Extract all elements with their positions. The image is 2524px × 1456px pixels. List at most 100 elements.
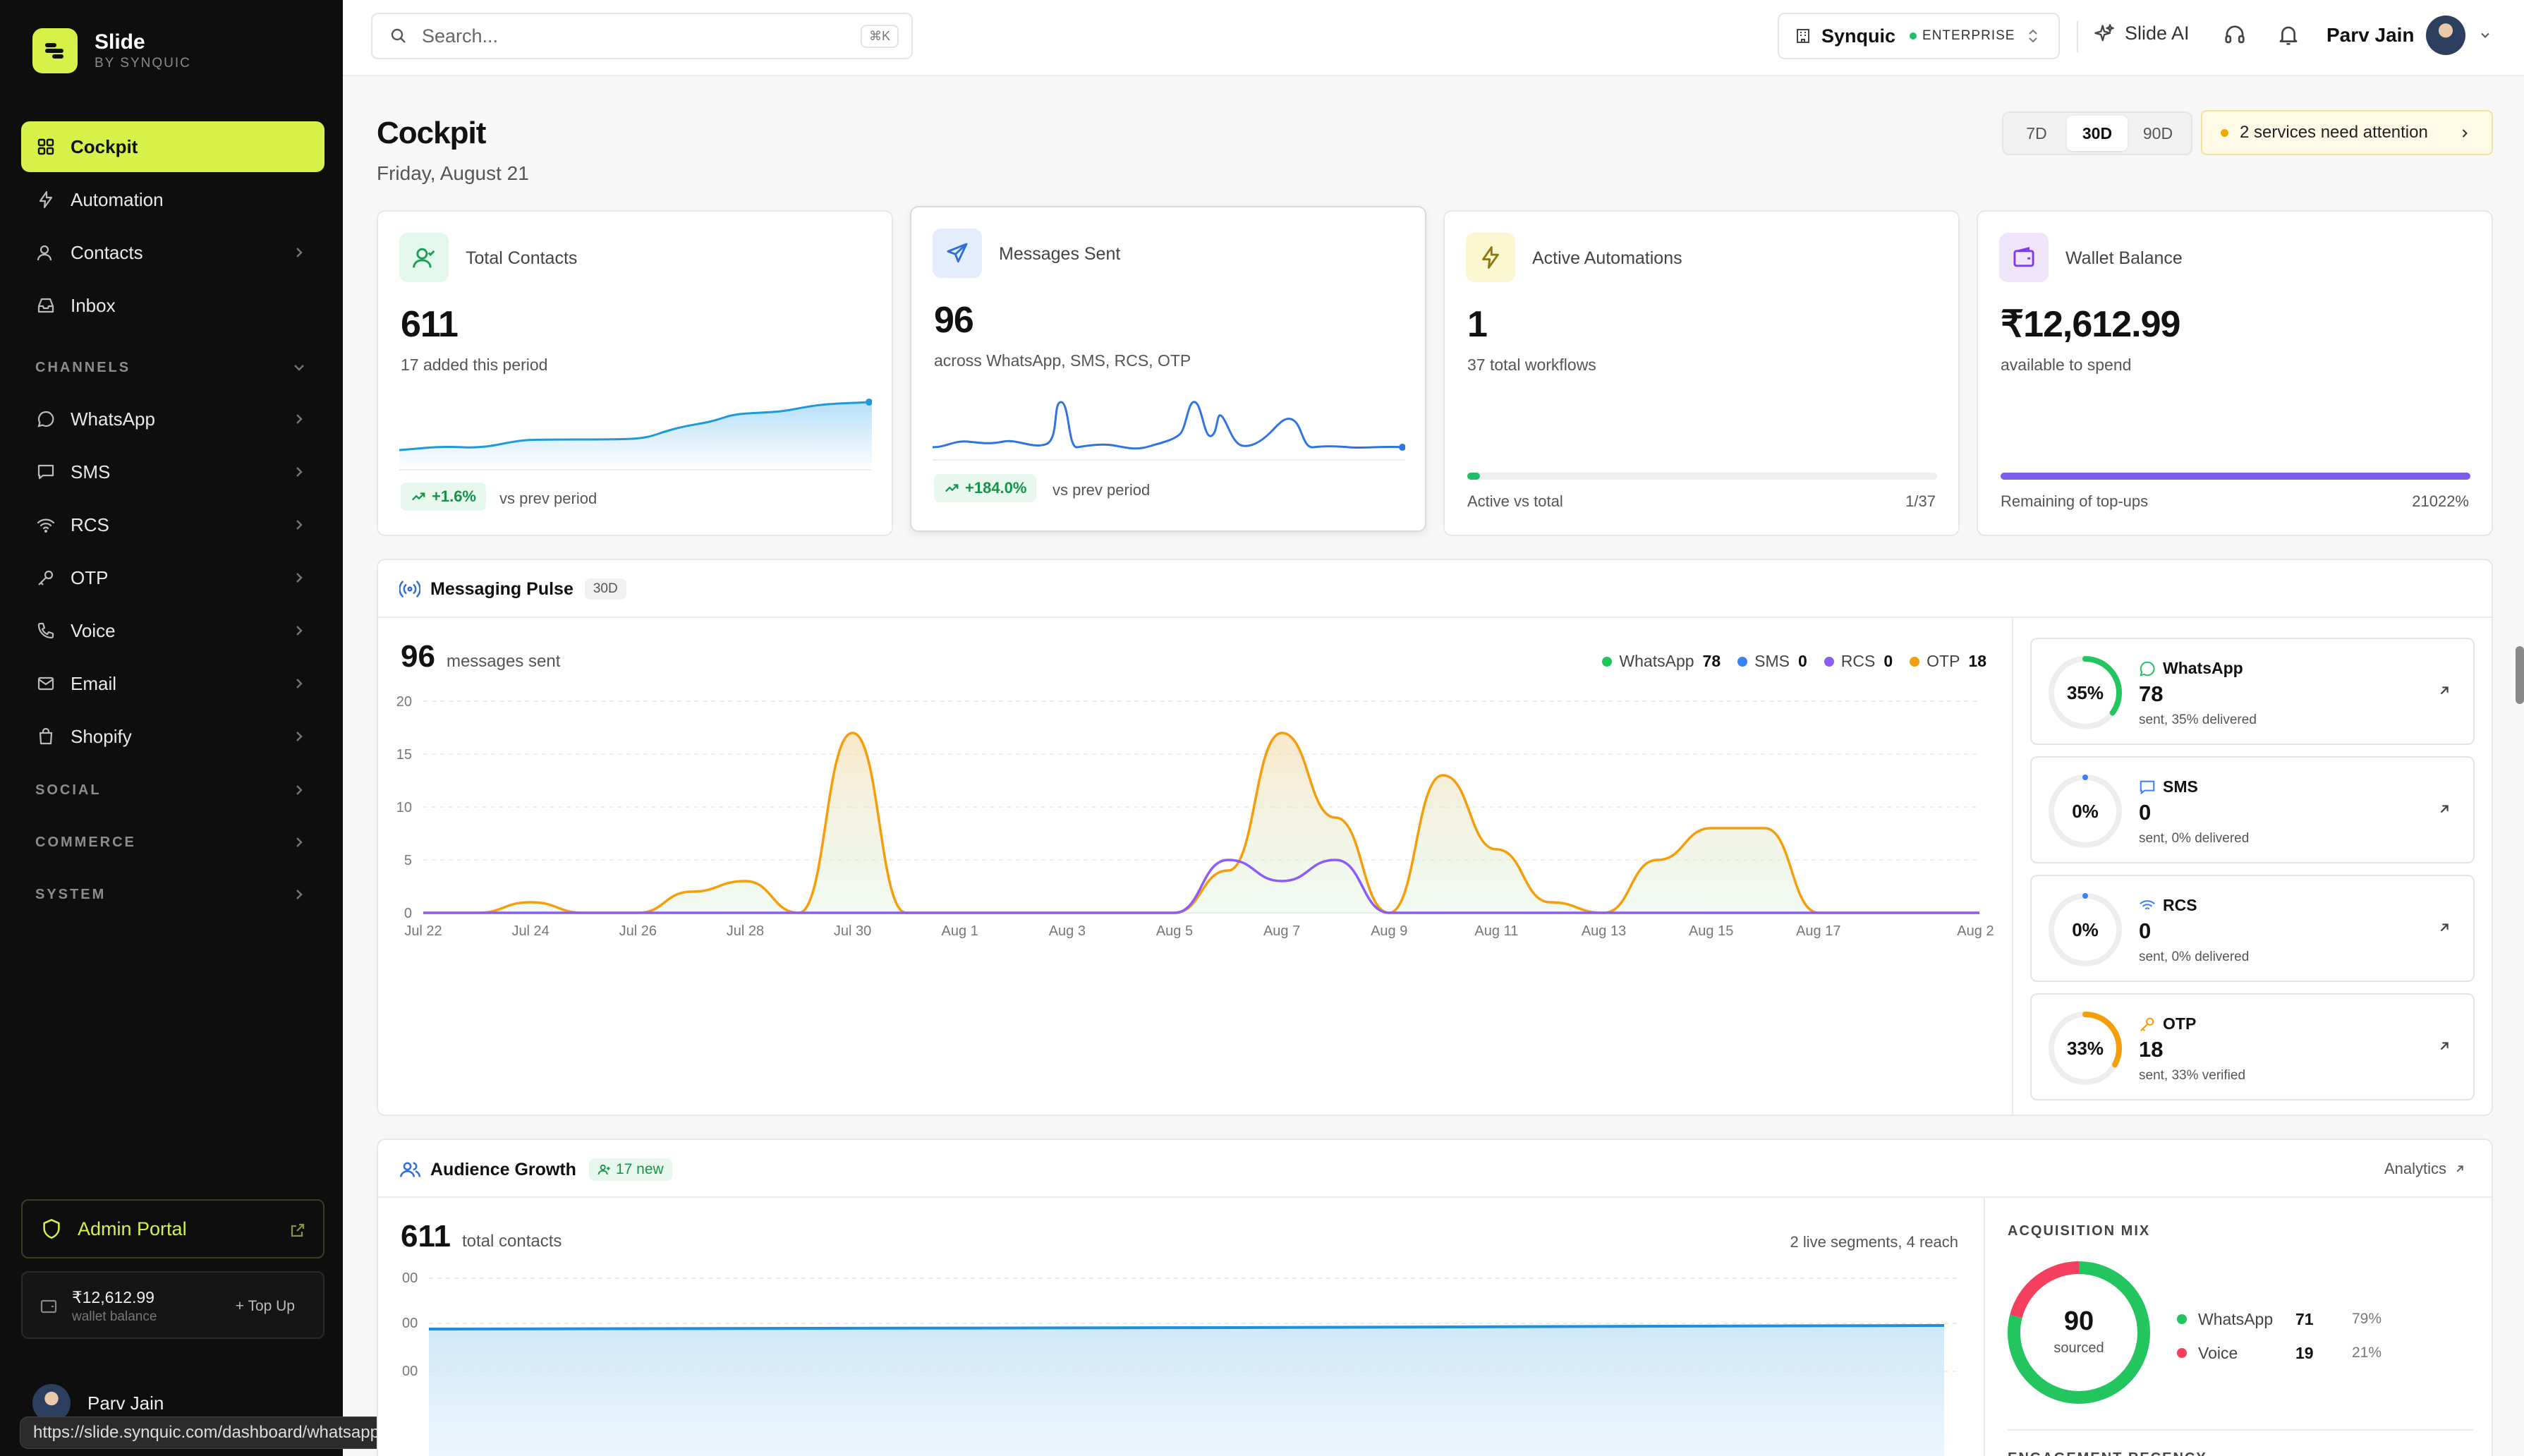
channel-value: 0 bbox=[2139, 918, 2152, 943]
channel-card-sms[interactable]: 0% SMS 0 sent, 0% delivered bbox=[2030, 756, 2475, 863]
x-tick-label: Jul 26 bbox=[619, 923, 657, 939]
section-system[interactable]: SYSTEM bbox=[21, 868, 324, 921]
stat-sub: available to spend bbox=[2001, 356, 2132, 374]
top-up-button[interactable]: + Top Up bbox=[236, 1298, 295, 1315]
channel-card-rcs[interactable]: 0% RCS 0 sent, 0% delivered bbox=[2030, 875, 2475, 982]
brand-logo[interactable]: Slide BY SYNQUIC bbox=[32, 28, 191, 73]
trend-up-icon bbox=[945, 484, 959, 492]
analytics-link[interactable]: Analytics bbox=[2384, 1160, 2466, 1178]
x-tick-label: Aug 13 bbox=[1582, 923, 1626, 939]
plus-icon: + bbox=[235, 1298, 248, 1314]
page-title: Cockpit bbox=[377, 116, 486, 150]
building-icon bbox=[1797, 29, 1809, 43]
stat-value: 96 bbox=[934, 300, 974, 341]
section-commerce[interactable]: COMMERCE bbox=[21, 816, 324, 868]
nav-item-sms[interactable]: SMS bbox=[21, 447, 324, 497]
org-switcher[interactable]: Synquic ENTERPRISE bbox=[1778, 13, 2060, 59]
search-input[interactable]: Search... ⌘K bbox=[371, 13, 913, 59]
mail-icon bbox=[35, 673, 56, 694]
nav-item-automation[interactable]: Automation bbox=[21, 174, 324, 225]
delta-caption: vs prev period bbox=[1052, 481, 1151, 499]
arrow-up-right-icon[interactable] bbox=[2437, 683, 2452, 698]
progress-value: 1/37 bbox=[1905, 492, 1936, 510]
stat-value: 611 bbox=[401, 304, 459, 345]
channel-name: RCS bbox=[2139, 896, 2197, 915]
scrollbar-thumb[interactable] bbox=[2516, 646, 2524, 704]
bolt-icon bbox=[1466, 233, 1515, 282]
attention-banner[interactable]: 2 services need attention bbox=[2201, 110, 2493, 155]
plan-badge: ENTERPRISE bbox=[1910, 28, 2015, 44]
nav-item-email[interactable]: Email bbox=[21, 658, 324, 709]
key-icon bbox=[2140, 1017, 2154, 1031]
channel-pct: 33% bbox=[2066, 1038, 2104, 1059]
nav-item-shopify[interactable]: Shopify bbox=[21, 711, 324, 762]
stat-card-contacts[interactable]: Total Contacts 611 17 added this period … bbox=[377, 210, 893, 536]
nav-label: Contacts bbox=[71, 241, 143, 263]
chevron-down-icon bbox=[2480, 32, 2489, 38]
topbar: Search... ⌘K Synquic ENTERPRISE Slide AI… bbox=[343, 0, 2524, 76]
stat-card-wallet[interactable]: Wallet Balance ₹12,612.99 available to s… bbox=[1977, 210, 2493, 536]
nav-item-inbox[interactable]: Inbox bbox=[21, 280, 324, 331]
nav-label: Inbox bbox=[71, 294, 116, 316]
nav-item-otp[interactable]: OTP bbox=[21, 552, 324, 603]
user-name: Parv Jain bbox=[2326, 24, 2415, 46]
range-30d[interactable]: 30D bbox=[2067, 116, 2128, 151]
search-placeholder: Search... bbox=[422, 25, 499, 47]
rcs-icon bbox=[35, 514, 56, 535]
y-tick-label: 20 bbox=[396, 694, 412, 710]
nav-label: Shopify bbox=[71, 725, 132, 747]
range-7d[interactable]: 7D bbox=[2006, 116, 2067, 151]
slide-ai-button[interactable]: Slide AI bbox=[2094, 23, 2190, 44]
arrow-up-right-icon[interactable] bbox=[2437, 801, 2452, 817]
stat-card-messages[interactable]: Messages Sent 96 across WhatsApp, SMS, R… bbox=[910, 206, 1426, 532]
channel-card-otp[interactable]: 33% OTP 18 sent, 33% verified bbox=[2030, 993, 2475, 1100]
nav-item-contacts[interactable]: Contacts bbox=[21, 227, 324, 278]
shop-icon bbox=[35, 726, 56, 747]
section-social[interactable]: SOCIAL bbox=[21, 764, 324, 816]
y-tick-label: 5 bbox=[404, 853, 412, 868]
mix-item: WhatsApp 71 79% bbox=[2177, 1302, 2389, 1336]
stat-card-automations[interactable]: Active Automations 1 37 total workflows … bbox=[1443, 210, 1960, 536]
nav-item-cockpit[interactable]: Cockpit bbox=[21, 121, 324, 172]
user-plus-icon bbox=[597, 1164, 610, 1175]
admin-portal-button[interactable]: Admin Portal bbox=[21, 1199, 324, 1258]
whatsapp-icon bbox=[2140, 661, 2155, 677]
range-90d[interactable]: 90D bbox=[2128, 116, 2188, 151]
audience-growth-card: Audience Growth 17 new Analytics 611 tot… bbox=[377, 1139, 2493, 1456]
stat-label: Wallet Balance bbox=[2065, 248, 2183, 268]
user-menu[interactable]: Parv Jain bbox=[2326, 16, 2492, 55]
channel-name: WhatsApp bbox=[2139, 659, 2243, 678]
bell-icon[interactable] bbox=[2277, 24, 2300, 47]
phone-icon bbox=[35, 620, 56, 641]
brand-sub: BY SYNQUIC bbox=[95, 56, 191, 71]
segments-text: 2 live segments, 4 reach bbox=[1790, 1233, 1958, 1251]
channel-name: OTP bbox=[2139, 1014, 2196, 1033]
section-title: Audience Growth 17 new bbox=[399, 1158, 672, 1181]
arrow-up-right-icon[interactable] bbox=[2437, 920, 2452, 935]
x-tick-label: Aug 15 bbox=[1689, 923, 1733, 939]
y-tick-label: 0 bbox=[404, 906, 412, 921]
nav-item-whatsapp[interactable]: WhatsApp bbox=[21, 394, 324, 444]
nav-item-voice[interactable]: Voice bbox=[21, 605, 324, 656]
nav-item-rcs[interactable]: RCS bbox=[21, 499, 324, 550]
channel-pct: 0% bbox=[2072, 801, 2099, 822]
progress-value: 21022% bbox=[2412, 492, 2469, 510]
arrow-up-right-icon[interactable] bbox=[2437, 1038, 2452, 1054]
y-tick-label: 10 bbox=[396, 800, 412, 815]
section-label: SYSTEM bbox=[35, 886, 107, 902]
stat-sub: across WhatsApp, SMS, RCS, OTP bbox=[934, 351, 1191, 370]
stat-value: ₹12,612.99 bbox=[2001, 304, 2180, 345]
admin-portal-label: Admin Portal bbox=[78, 1218, 187, 1239]
mix-item: Voice 19 21% bbox=[2177, 1336, 2389, 1370]
pulse-total: 96 messages sent bbox=[401, 639, 561, 674]
search-shortcut: ⌘K bbox=[860, 25, 899, 48]
section-channels[interactable]: CHANNELS bbox=[21, 341, 324, 394]
nav-label: Automation bbox=[71, 188, 164, 210]
wallet-amount: ₹12,612.99 bbox=[72, 1288, 154, 1306]
slide-ai-label: Slide AI bbox=[2125, 23, 2190, 44]
y-tick-label: 00 bbox=[402, 1316, 418, 1331]
headset-icon[interactable] bbox=[2223, 24, 2246, 47]
search-icon bbox=[391, 28, 406, 43]
wallet-sub: wallet balance bbox=[72, 1309, 157, 1324]
channel-card-whatsapp[interactable]: 35% WhatsApp 78 sent, 35% delivered bbox=[2030, 638, 2475, 745]
